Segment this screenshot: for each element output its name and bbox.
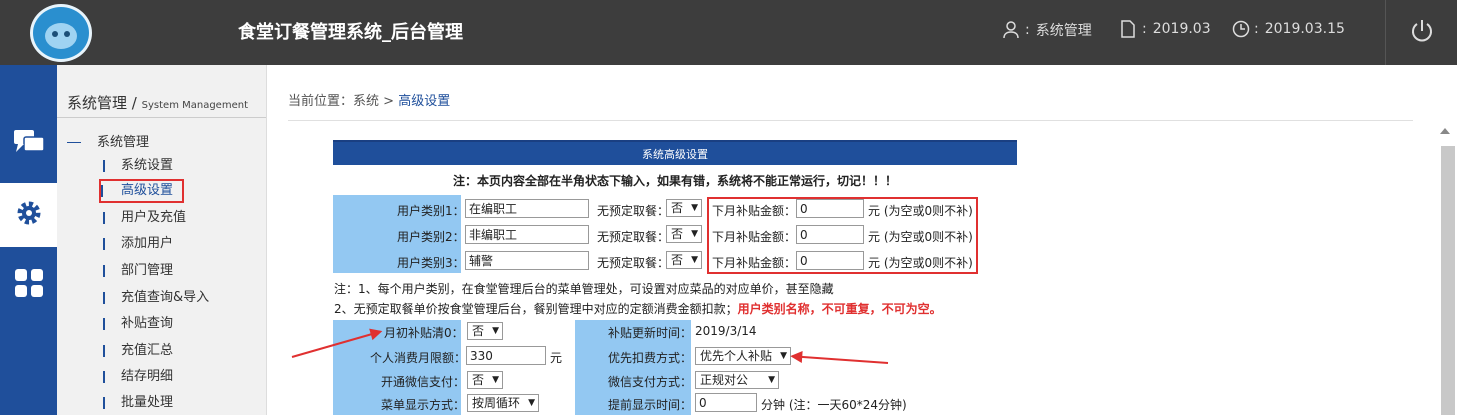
top-bar: 食堂订餐管理系统_后台管理 : 系统管理 : 2019.03 : 2019.03…: [0, 0, 1457, 65]
subsidy-update-label: 补贴更新时间：: [608, 326, 693, 340]
subsidy-highlight-box: [707, 197, 978, 274]
user-type-3-label: 用户类别3：: [397, 256, 465, 270]
advance-display-unit: 分钟 (注：一天60*24分钟): [761, 398, 907, 412]
sidebar-item-recharge-query[interactable]: 充值查询&导入: [103, 288, 209, 308]
sidebar-item-subsidy-query[interactable]: 补贴查询: [103, 314, 173, 334]
date-value: 2019.03.15: [1264, 21, 1345, 37]
scrollbar-up-arrow[interactable]: [1440, 128, 1450, 134]
user-type-2-label: 用户类别2：: [397, 230, 465, 244]
sidebar-title: 系统管理 / System Management: [67, 94, 248, 112]
menu-display-select[interactable]: 按周循环 ▼: [467, 394, 539, 412]
advance-display-label: 提前显示时间：: [608, 398, 693, 412]
logo: [30, 4, 92, 62]
nav-chat[interactable]: [0, 113, 57, 177]
sidebar-item-advanced-settings[interactable]: 高级设置: [99, 179, 184, 203]
version-sep: :: [1142, 21, 1147, 37]
user-type-1-noshow-select[interactable]: 否 ▼: [666, 199, 702, 217]
date-sep: :: [1254, 21, 1259, 37]
user-name: 系统管理: [1035, 23, 1092, 39]
user-type-2-input[interactable]: [465, 225, 589, 244]
monthly-limit-input[interactable]: [466, 346, 546, 365]
chat-icon: [12, 128, 46, 162]
sidebar-item-balance-detail[interactable]: 结存明细: [103, 367, 173, 387]
user-type-2-noshow-label: 无预定取餐：: [597, 230, 670, 244]
version-info: : 2019.03: [1120, 20, 1211, 38]
version-value: 2019.03: [1152, 21, 1211, 37]
monthly-limit-unit: 元: [550, 351, 563, 365]
scrollbar-thumb[interactable]: [1441, 146, 1455, 415]
user-icon: [1003, 21, 1019, 39]
user-type-3-noshow-select[interactable]: 否 ▼: [666, 251, 702, 269]
monthly-limit-label: 个人消费月限额：: [370, 351, 467, 365]
menu-display-label: 菜单显示方式：: [381, 398, 466, 412]
document-icon: [1120, 20, 1136, 38]
current-user: : 系统管理: [1003, 20, 1092, 40]
sidebar-item-users-recharge[interactable]: 用户及充值: [103, 208, 186, 228]
advance-display-input[interactable]: [695, 393, 757, 412]
monthly-reset-select[interactable]: 否 ▼: [467, 322, 503, 340]
user-type-1-label: 用户类别1：: [397, 204, 465, 218]
note-1: 注：1、每个用户类别，在食堂管理后台的菜单管理处，可设置对应菜品的对应单价，甚至…: [334, 282, 834, 296]
left-icon-nav: [0, 65, 57, 415]
wechat-method-label: 微信支付方式：: [608, 375, 693, 389]
sidebar-group[interactable]: 系统管理: [67, 131, 149, 150]
breadcrumb: 当前位置：系统 > 高级设置: [288, 94, 451, 109]
user-type-3-noshow-label: 无预定取餐：: [597, 256, 670, 270]
nav-apps[interactable]: [0, 253, 57, 317]
user-type-2-noshow-select[interactable]: 否 ▼: [666, 225, 702, 243]
sidebar-item-departments[interactable]: 部门管理: [103, 261, 173, 281]
panel-warning: 注：本页内容全部在半角状态下输入，如果有错，系统将不能正常运行，切记！！！: [453, 174, 898, 188]
breadcrumb-current[interactable]: 高级设置: [398, 94, 450, 109]
sidebar-item-add-user[interactable]: 添加用户: [103, 234, 173, 254]
user-type-1-input[interactable]: [465, 199, 589, 218]
app-title: 食堂订餐管理系统_后台管理: [238, 22, 463, 43]
grid-icon: [13, 267, 45, 303]
user-sep: :: [1025, 22, 1030, 38]
wechat-pay-label: 开通微信支付：: [381, 375, 466, 389]
power-button[interactable]: [1385, 0, 1457, 65]
nav-settings[interactable]: [0, 183, 57, 247]
sidebar-item-batch[interactable]: 批量处理: [103, 393, 173, 413]
subsidy-update-value: 2019/3/14: [695, 324, 757, 338]
panel-title: 系统高级设置: [333, 140, 1017, 165]
annotation-arrow-right: [792, 355, 889, 364]
wechat-method-select[interactable]: 正规对公 ▼: [695, 371, 779, 389]
user-type-1-noshow-label: 无预定取餐：: [597, 204, 670, 218]
sidebar: 系统管理 / System Management 系统管理 系统设置 高级设置 …: [57, 65, 267, 415]
sidebar-item-system-settings[interactable]: 系统设置: [103, 156, 173, 176]
power-icon: [1410, 18, 1434, 48]
note-2: 2、无预定取餐单价按食堂管理后台，餐别管理中对应的定额消费金额扣款；用户类别名称…: [334, 302, 942, 316]
wechat-pay-select[interactable]: 否 ▼: [467, 371, 503, 389]
deduct-priority-select[interactable]: 优先个人补贴 ▼: [695, 347, 791, 365]
clock-icon: [1232, 20, 1250, 38]
monthly-reset-label: 月初补贴清0：: [384, 326, 464, 340]
sidebar-item-recharge-summary[interactable]: 充值汇总: [103, 341, 173, 361]
date-info: : 2019.03.15: [1232, 20, 1345, 38]
gear-icon: [14, 198, 44, 232]
deduct-priority-label: 优先扣费方式：: [608, 351, 693, 365]
user-type-3-input[interactable]: [465, 251, 589, 270]
